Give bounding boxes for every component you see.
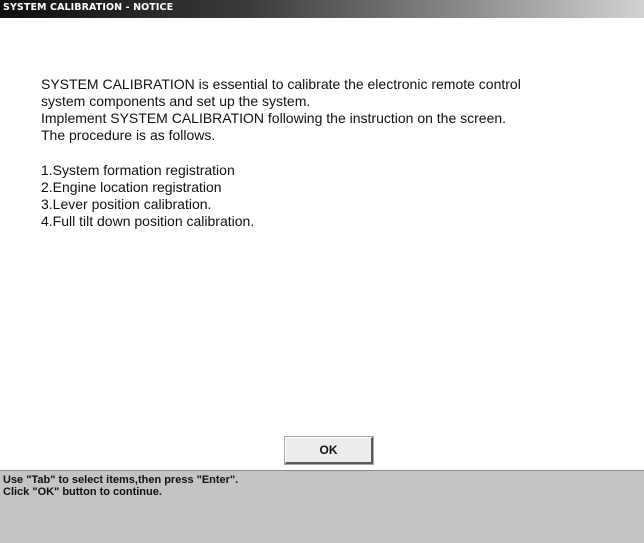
procedure-step: 4.Full tilt down position calibration.: [41, 213, 255, 229]
procedure-step: 2.Engine location registration: [41, 179, 222, 195]
intro-line: system components and set up the system.: [41, 93, 311, 109]
status-line: Click "OK" button to continue.: [3, 486, 162, 498]
notice-intro: SYSTEM CALIBRATION is essential to calib…: [41, 76, 631, 144]
status-line: Use "Tab" to select items,then press "En…: [3, 474, 239, 486]
intro-line: Implement SYSTEM CALIBRATION following t…: [41, 110, 507, 126]
procedure-step: 1.System formation registration: [41, 162, 235, 178]
window-title: SYSTEM CALIBRATION - NOTICE: [3, 2, 174, 13]
intro-line: SYSTEM CALIBRATION is essential to calib…: [41, 76, 521, 92]
status-bar: Use "Tab" to select items,then press "En…: [0, 470, 644, 543]
procedure-steps-list: 1.System formation registration 2.Engine…: [41, 162, 631, 230]
ok-button[interactable]: OK: [284, 436, 374, 465]
notice-panel: SYSTEM CALIBRATION is essential to calib…: [0, 18, 644, 470]
status-message: Use "Tab" to select items,then press "En…: [3, 474, 238, 498]
title-bar: SYSTEM CALIBRATION - NOTICE: [0, 0, 644, 18]
procedure-step: 3.Lever position calibration.: [41, 196, 212, 212]
intro-line: The procedure is as follows.: [41, 127, 216, 143]
